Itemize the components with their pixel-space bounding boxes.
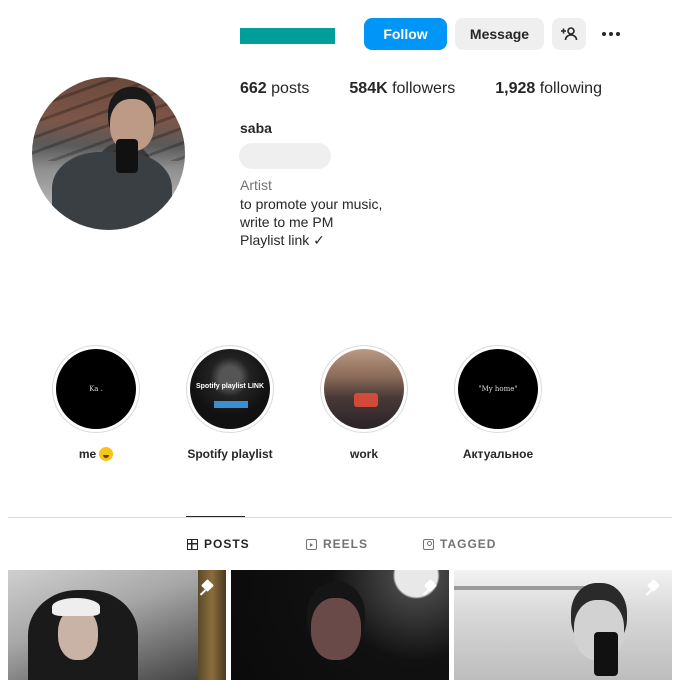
threads-badge-placeholder[interactable]	[239, 143, 331, 169]
highlight-cover	[324, 349, 404, 429]
tagged-icon	[423, 538, 434, 550]
highlight-label: Актуальное	[462, 447, 534, 461]
profile-avatar[interactable]	[32, 77, 185, 230]
highlight-spotify-playlist[interactable]: Spotify playlist LINK Spotify playlist	[175, 345, 285, 461]
person-add-icon	[561, 27, 578, 41]
profile-stats: 662 posts 584K followers 1,928 following	[240, 80, 642, 98]
more-options-button[interactable]	[596, 18, 626, 50]
follow-button[interactable]: Follow	[364, 18, 447, 50]
post-thumbnail[interactable]	[454, 570, 672, 680]
highlight-label: Spotify playlist	[187, 447, 273, 461]
post-thumbnail[interactable]	[8, 570, 226, 680]
grinning-face-emoji-icon	[99, 447, 114, 461]
bio-line: Playlist link ✓	[240, 232, 325, 248]
profile-bio: to promote your music, write to me PM Pl…	[240, 195, 382, 249]
highlight-cover: Spotify playlist LINK	[190, 349, 270, 429]
highlight-cover: "My home"	[458, 349, 538, 429]
suggest-account-button[interactable]	[552, 18, 586, 50]
reels-icon	[306, 538, 317, 550]
tab-label: TAGGED	[440, 537, 497, 551]
posts-grid	[8, 570, 672, 680]
profile-display-name: saba	[240, 120, 272, 136]
pin-icon	[646, 580, 662, 596]
highlight-label: me	[78, 447, 97, 461]
bio-line: to promote your music,	[240, 196, 383, 212]
tab-label: REELS	[323, 537, 369, 551]
highlight-cover: Ka .	[56, 349, 136, 429]
stat-following[interactable]: 1,928 following	[495, 80, 602, 98]
active-tab-indicator	[186, 516, 245, 517]
more-horizontal-icon	[602, 32, 620, 36]
highlight-me[interactable]: Ka . me	[41, 345, 151, 461]
profile-category: Artist	[240, 177, 272, 193]
highlight-work[interactable]: work	[309, 345, 419, 461]
tabs-divider	[8, 517, 672, 518]
grid-icon	[187, 538, 198, 550]
pin-icon	[200, 580, 216, 596]
message-button[interactable]: Message	[455, 18, 544, 50]
pin-icon	[423, 580, 439, 596]
tab-label: POSTS	[204, 537, 250, 551]
post-thumbnail[interactable]	[231, 570, 449, 680]
bio-line: write to me PM	[240, 214, 334, 230]
highlight-aktualnoe[interactable]: "My home" Актуальное	[443, 345, 553, 461]
tab-tagged[interactable]: TAGGED	[423, 537, 496, 551]
highlight-label: work	[349, 447, 378, 461]
stat-followers[interactable]: 584K followers	[349, 80, 455, 98]
tab-posts[interactable]: POSTS	[187, 537, 250, 551]
tab-reels[interactable]: REELS	[306, 537, 368, 551]
stat-posts: 662 posts	[240, 80, 310, 97]
redacted-username-bar	[240, 28, 335, 44]
